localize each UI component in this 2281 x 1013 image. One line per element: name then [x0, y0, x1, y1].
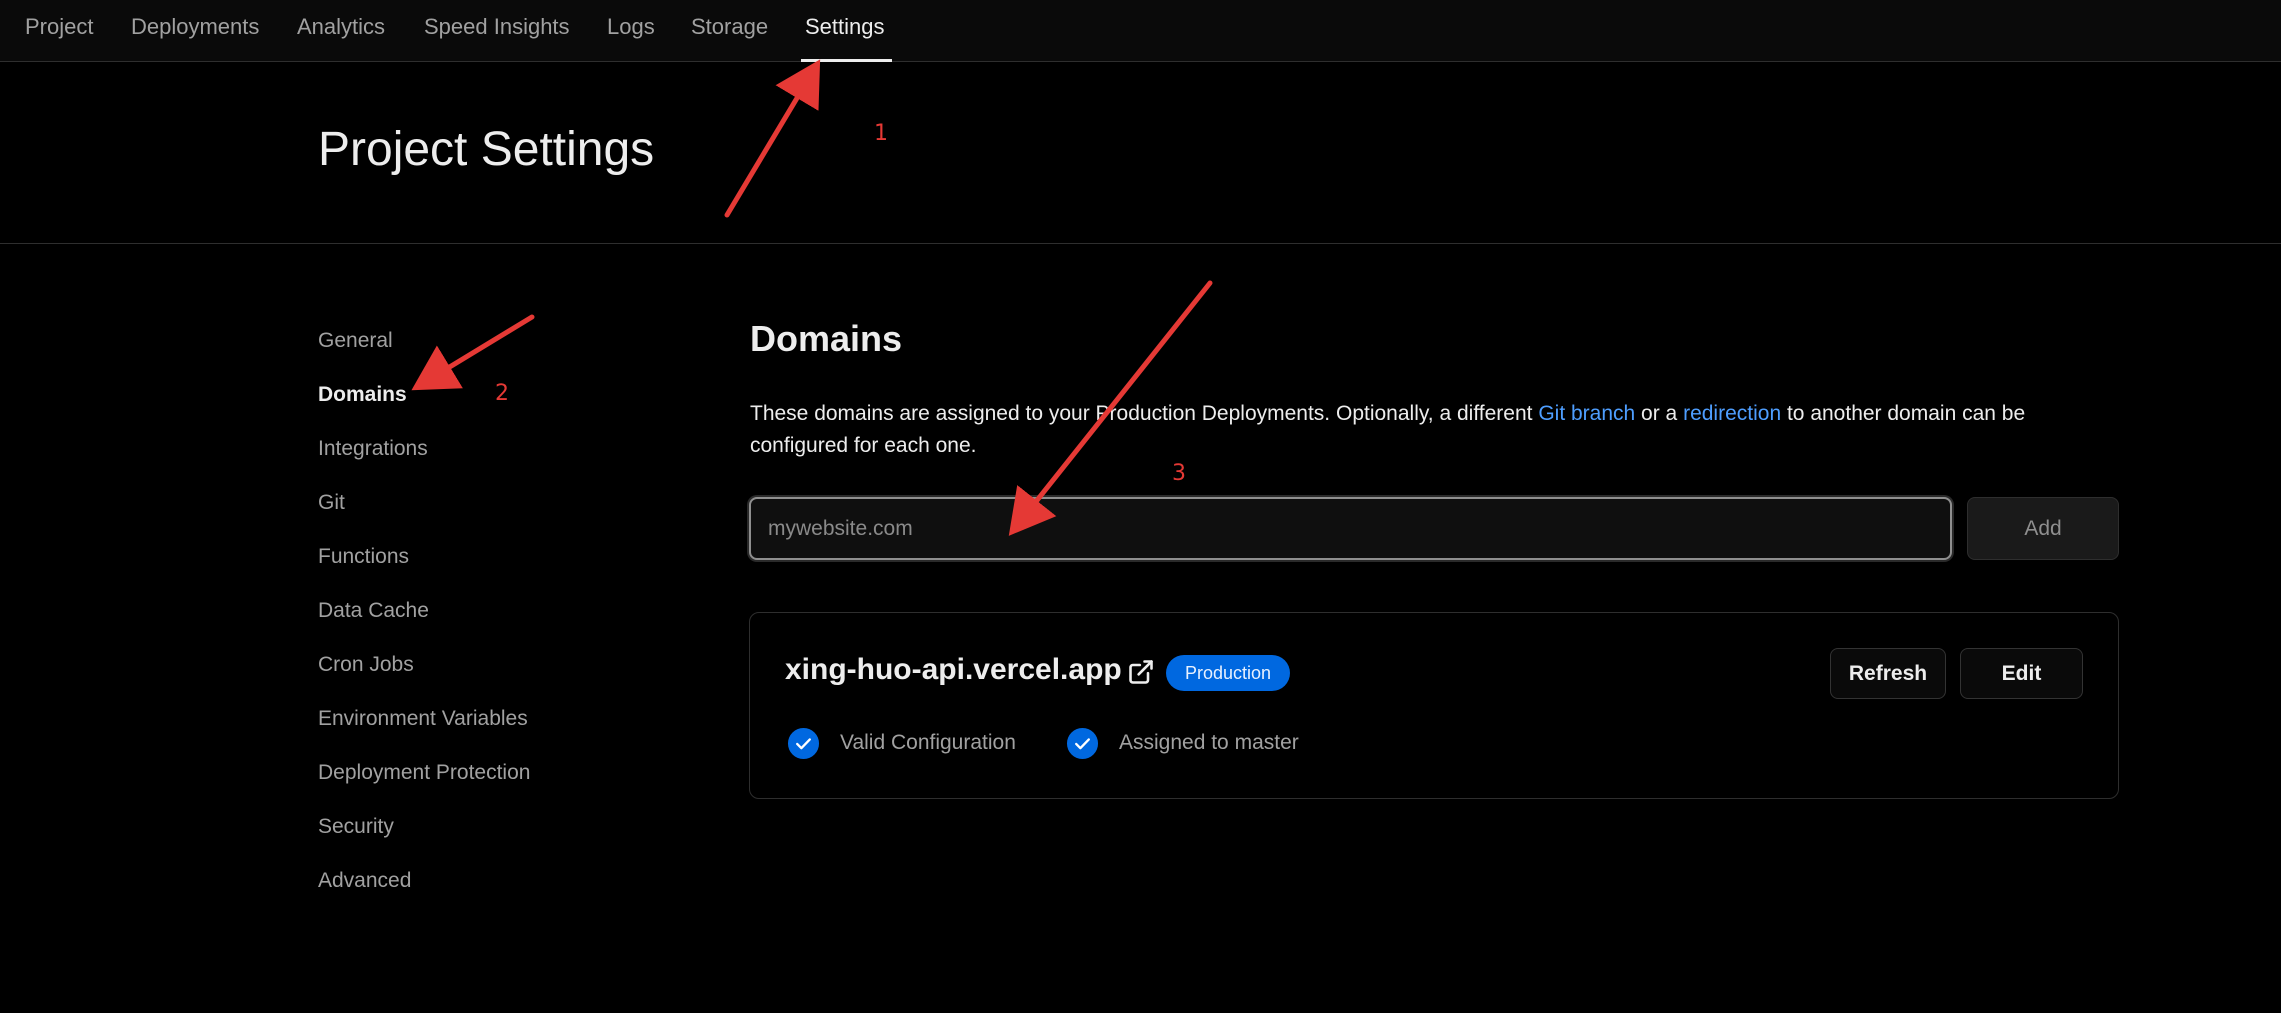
add-domain-button[interactable]: Add: [1967, 497, 2119, 560]
tab-storage[interactable]: Storage: [691, 14, 768, 40]
tab-settings[interactable]: Settings: [805, 14, 885, 40]
description-text-2: or a: [1635, 402, 1684, 425]
tab-logs[interactable]: Logs: [607, 14, 655, 40]
sidebar-item-data-cache[interactable]: Data Cache: [318, 599, 429, 623]
domains-description: These domains are assigned to your Produ…: [750, 398, 2120, 462]
top-nav: Project Deployments Analytics Speed Insi…: [0, 0, 2281, 62]
domain-input[interactable]: [749, 497, 1952, 560]
sidebar-item-deployment-protection[interactable]: Deployment Protection: [318, 761, 530, 785]
domain-name-link[interactable]: xing-huo-api.vercel.app: [785, 653, 1122, 687]
redirection-link[interactable]: redirection: [1683, 402, 1781, 425]
sidebar-item-git[interactable]: Git: [318, 491, 345, 515]
refresh-button[interactable]: Refresh: [1830, 648, 1946, 699]
annotation-arrow-2: [411, 314, 535, 391]
sidebar-item-functions[interactable]: Functions: [318, 545, 409, 569]
production-badge: Production: [1166, 655, 1290, 691]
sidebar-item-advanced[interactable]: Advanced: [318, 869, 411, 893]
annotation-number-3: 3: [1172, 461, 1186, 486]
git-branch-link[interactable]: Git branch: [1538, 402, 1635, 425]
external-link-icon[interactable]: [1127, 658, 1155, 686]
page-header: Project Settings: [0, 62, 2281, 244]
annotation-number-2: 2: [495, 381, 509, 406]
check-circle-icon: [787, 727, 820, 760]
tab-speed-insights[interactable]: Speed Insights: [424, 14, 570, 40]
sidebar-item-integrations[interactable]: Integrations: [318, 437, 428, 461]
domain-card: xing-huo-api.vercel.app Production Refre…: [749, 612, 2119, 799]
sidebar-item-cron-jobs[interactable]: Cron Jobs: [318, 653, 414, 677]
annotation-number-1: 1: [874, 121, 888, 146]
tab-analytics[interactable]: Analytics: [297, 14, 385, 40]
valid-configuration-status: Valid Configuration: [840, 731, 1016, 754]
edit-button[interactable]: Edit: [1960, 648, 2083, 699]
domains-section-title: Domains: [750, 318, 903, 359]
check-circle-icon: [1066, 727, 1099, 760]
sidebar-item-domains[interactable]: Domains: [318, 383, 407, 407]
page-title: Project Settings: [318, 123, 655, 176]
description-text-1: These domains are assigned to your Produ…: [750, 402, 1539, 425]
sidebar-item-security[interactable]: Security: [318, 815, 394, 839]
assigned-to-branch-status: Assigned to master: [1119, 731, 1299, 754]
sidebar-item-general[interactable]: General: [318, 329, 393, 353]
sidebar-item-environment-variables[interactable]: Environment Variables: [318, 707, 528, 731]
tab-project[interactable]: Project: [25, 14, 93, 40]
tab-deployments[interactable]: Deployments: [131, 14, 259, 40]
